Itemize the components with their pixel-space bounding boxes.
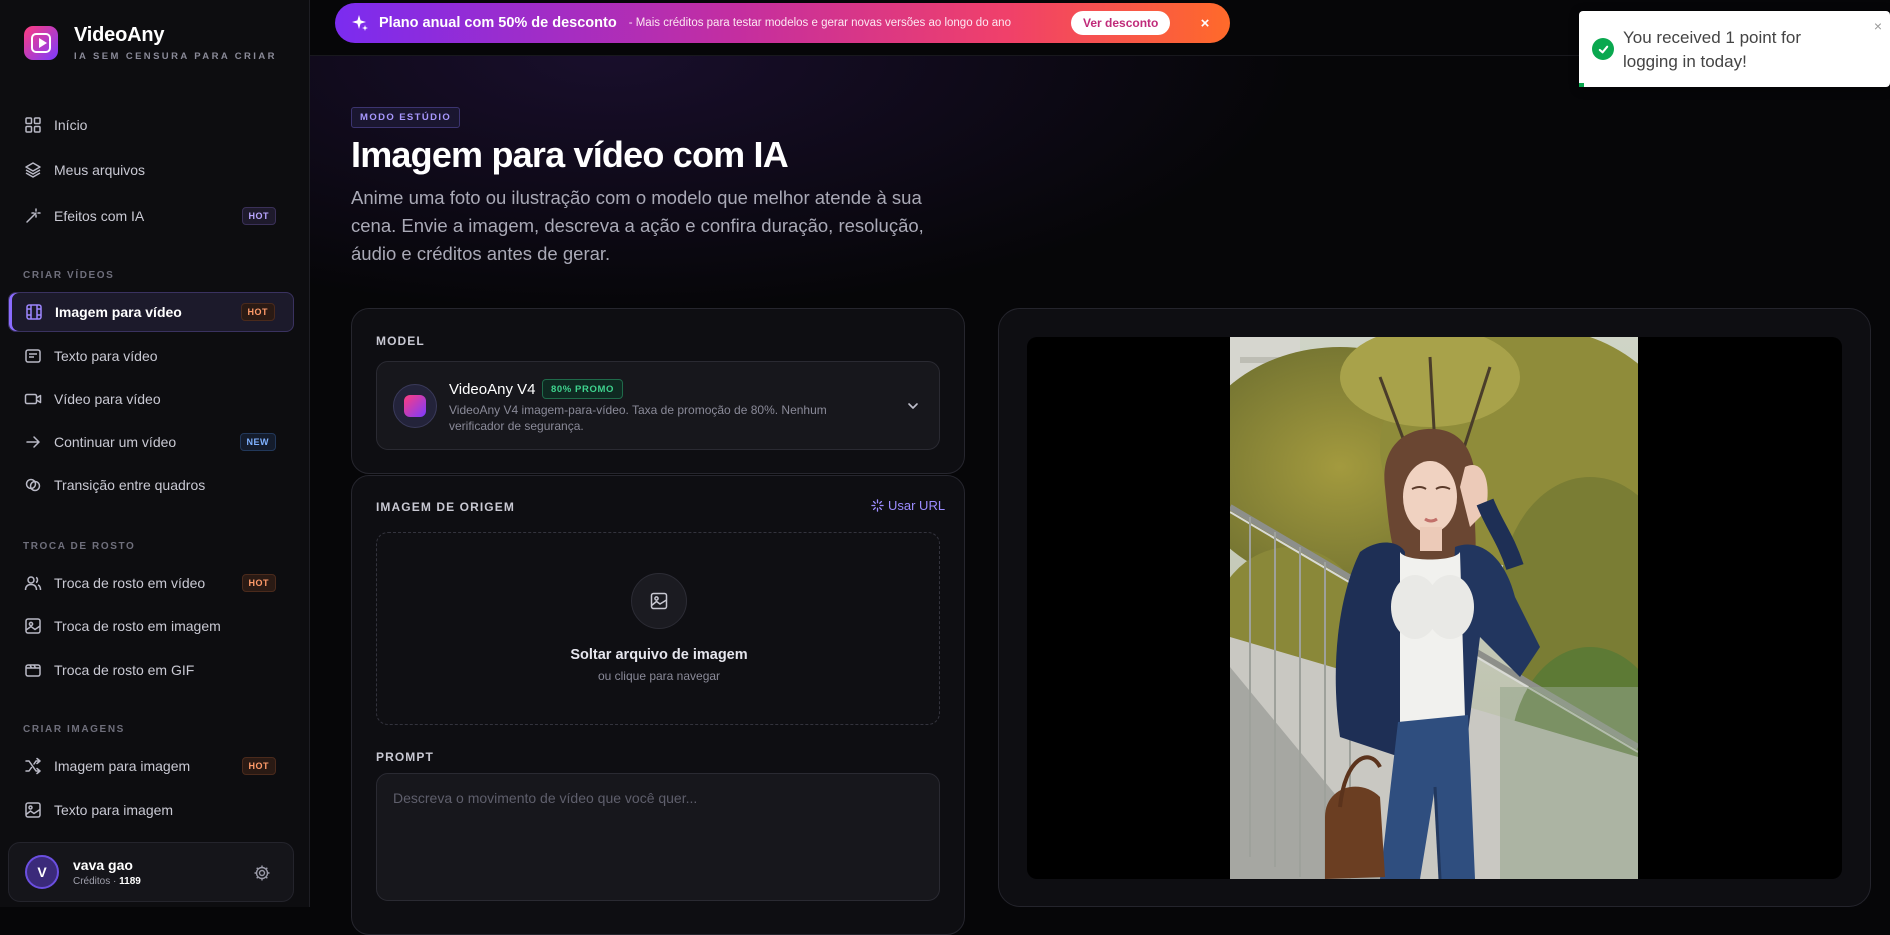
preview-stage (1027, 337, 1842, 879)
image-dropzone[interactable]: Soltar arquivo de imagem ou clique para … (376, 532, 940, 725)
prompt-label: PROMPT (376, 750, 434, 764)
toast-notification: You received 1 point for logging in toda… (1579, 11, 1890, 87)
model-label: MODEL (376, 334, 425, 348)
magic-wand-icon (24, 207, 42, 225)
brand-tagline: IA SEM CENSURA PARA CRIAR (74, 51, 277, 62)
sidebar-item-imagem-para-video[interactable]: Imagem para vídeo HOT (8, 292, 294, 332)
toast-progress (1579, 83, 1584, 87)
sidebar-item-transicao[interactable]: Transição entre quadros (8, 465, 294, 505)
sidebar-item-texto-para-video[interactable]: Texto para vídeo (8, 336, 294, 376)
shuffle-icon (24, 757, 42, 775)
chevron-down-icon (905, 398, 921, 414)
promo-banner: Plano anual com 50% de desconto - Mais c… (335, 3, 1230, 43)
model-name: VideoAny V4 (449, 381, 536, 398)
mode-tag: MODO ESTÚDIO (351, 107, 461, 128)
hot-badge: HOT (241, 207, 276, 225)
hot-badge: HOT (241, 574, 276, 592)
user-card[interactable]: V vava gao Créditos · 1189 (8, 842, 294, 902)
user-credits: Créditos · 1189 (73, 876, 141, 887)
page-description: Anime uma foto ou ilustração com o model… (351, 187, 924, 264)
sidebar-item-meus-arquivos[interactable]: Meus arquivos (8, 150, 294, 190)
source-image-label: IMAGEM DE ORIGEM (376, 500, 515, 514)
use-url-label: Usar URL (888, 498, 946, 513)
prompt-input[interactable] (376, 773, 940, 901)
users-icon (24, 574, 42, 592)
promo-title: Plano anual com 50% de desconto (379, 15, 617, 31)
sidebar: VideoAny IA SEM CENSURA PARA CRIAR Iníci… (0, 0, 310, 907)
user-name: vava gao (73, 857, 133, 873)
sidebar-item-efeitos[interactable]: Efeitos com IA HOT (8, 196, 294, 236)
sidebar-item-label: Troca de rosto em GIF (54, 662, 195, 678)
model-logo-icon (393, 384, 437, 428)
avatar: V (25, 855, 59, 889)
gif-film-icon (24, 661, 42, 679)
sidebar-item-label: Vídeo para vídeo (54, 391, 161, 407)
grid-icon (24, 116, 42, 134)
sidebar-item-label: Imagem para vídeo (55, 304, 182, 320)
brand[interactable]: VideoAny IA SEM CENSURA PARA CRIAR (24, 24, 277, 62)
sidebar-item-troca-rosto-imagem[interactable]: Troca de rosto em imagem (8, 606, 294, 646)
sidebar-item-label: Imagem para imagem (54, 758, 191, 774)
sidebar-item-label: Continuar um vídeo (54, 434, 177, 450)
sidebar-item-label: Efeitos com IA (54, 208, 145, 224)
model-description: VideoAny V4 imagem-para-vídeo. Taxa de p… (449, 403, 827, 433)
sparkle-icon (351, 14, 369, 32)
sidebar-item-label: Meus arquivos (54, 162, 146, 178)
gear-icon[interactable] (253, 864, 271, 882)
promo-badge: 80% PROMO (542, 379, 623, 399)
sparkle-icon (871, 499, 884, 512)
sidebar-item-inicio[interactable]: Início (8, 105, 294, 145)
image-icon (631, 573, 687, 629)
sidebar-item-troca-rosto-video[interactable]: Troca de rosto em vídeo HOT (8, 563, 294, 603)
sidebar-item-label: Troca de rosto em vídeo (54, 575, 206, 591)
toast-message: You received 1 point for logging in toda… (1623, 28, 1801, 71)
transition-icon (24, 476, 42, 494)
logo-icon (24, 26, 58, 60)
drop-title: Soltar arquivo de imagem (570, 647, 748, 663)
drop-subtitle: ou clique para navegar (597, 669, 721, 683)
sidebar-item-label: Troca de rosto em imagem (54, 618, 221, 634)
film-icon (25, 303, 43, 321)
sidebar-item-imagem-para-imagem[interactable]: Imagem para imagem HOT (8, 746, 294, 786)
sidebar-item-video-para-video[interactable]: Vídeo para vídeo (8, 379, 294, 419)
sidebar-item-label: Texto para vídeo (54, 348, 158, 364)
sidebar-item-label: Texto para imagem (54, 802, 174, 818)
use-url-link[interactable]: Usar URL (871, 498, 945, 513)
close-icon[interactable]: × (1874, 18, 1882, 34)
section-label: CRIAR IMAGENS (23, 724, 125, 735)
layers-icon (24, 161, 42, 179)
section-label: TROCA DE ROSTO (23, 541, 136, 552)
sidebar-item-continuar-video[interactable]: Continuar um vídeo NEW (8, 422, 294, 462)
model-select[interactable]: VideoAny V4 80% PROMO VideoAny V4 imagem… (376, 361, 940, 450)
promo-subtitle: - Mais créditos para testar modelos e ge… (628, 17, 1011, 29)
hot-badge: HOT (241, 757, 276, 775)
image-icon (24, 801, 42, 819)
see-discount-button[interactable]: Ver desconto (1071, 11, 1171, 35)
sidebar-item-label: Início (54, 117, 88, 133)
check-icon (1592, 38, 1614, 60)
sidebar-item-troca-rosto-gif[interactable]: Troca de rosto em GIF (8, 650, 294, 690)
page-title: Imagem para vídeo com IA (351, 134, 789, 175)
preview-photo (1230, 337, 1638, 879)
sidebar-item-label: Transição entre quadros (54, 477, 206, 493)
arrow-right-icon (24, 433, 42, 451)
image-face-icon (24, 617, 42, 635)
close-icon[interactable]: × (1195, 13, 1215, 33)
sidebar-item-texto-para-imagem[interactable]: Texto para imagem (8, 790, 294, 830)
new-badge: NEW (239, 433, 276, 451)
section-label: CRIAR VÍDEOS (23, 270, 115, 281)
text-box-icon (24, 347, 42, 365)
brand-name: VideoAny (74, 24, 165, 46)
video-camera-icon (24, 390, 42, 408)
credits-value: 1189 (119, 876, 141, 887)
credits-label: Créditos · (73, 876, 117, 887)
hot-badge: HOT (240, 303, 275, 321)
